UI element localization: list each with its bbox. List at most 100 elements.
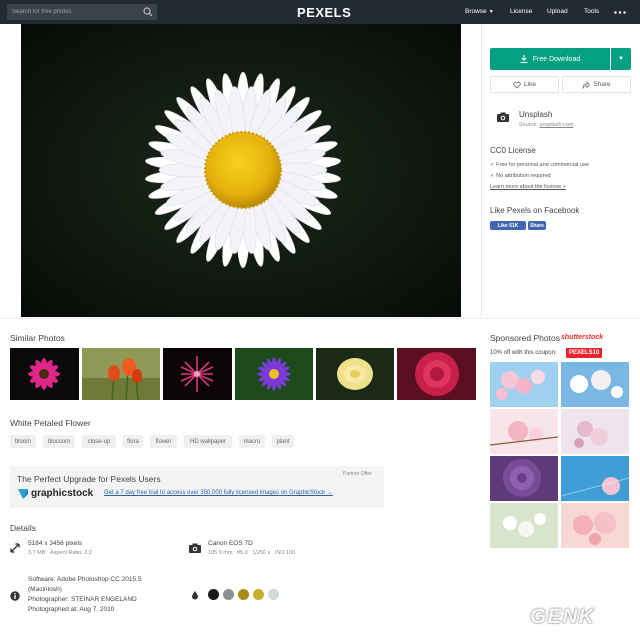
facebook-like-button[interactable]: Like 61K: [490, 221, 526, 230]
caret-down-icon: ▼: [618, 56, 624, 62]
share-button[interactable]: Share: [562, 76, 631, 93]
software-line-1: Software: Adobe Photoshop CC 2015.5: [28, 576, 142, 583]
software-line-2: (Macintosh): [28, 586, 62, 593]
purple-aster-image: [235, 348, 313, 400]
source-name[interactable]: Unsplash: [519, 110, 552, 119]
nav-browse[interactable]: Browse ▼: [465, 8, 494, 15]
camera-icon: [189, 543, 201, 553]
heart-icon: [513, 81, 521, 89]
tag-chip[interactable]: plant: [272, 435, 294, 448]
similar-photo-thumb[interactable]: [397, 348, 476, 400]
similar-photo-thumb[interactable]: [163, 348, 232, 400]
photo-filesize: 3.7 MB: [28, 550, 46, 556]
search-input[interactable]: [7, 4, 139, 20]
color-swatch[interactable]: [253, 589, 264, 600]
free-download-label: Free Download: [532, 55, 581, 63]
color-swatch[interactable]: [238, 589, 249, 600]
sponsored-photo[interactable]: [490, 362, 558, 407]
camera-icon: [497, 112, 509, 122]
sponsored-photo[interactable]: [561, 409, 629, 454]
facebook-share-button[interactable]: Share: [528, 221, 546, 230]
facebook-title: Like Pexels on Facebook: [490, 206, 580, 215]
sponsored-photo[interactable]: [490, 456, 558, 501]
section-divider: [0, 318, 640, 319]
partner-offer-box: Partner Offer The Perfect Upgrade for Pe…: [10, 466, 384, 508]
pink-flowers-image: [561, 503, 629, 548]
details-title: Details: [10, 523, 36, 533]
sponsored-photo[interactable]: [561, 456, 629, 501]
cherry-blossom-image: [490, 362, 558, 407]
sponsored-photo[interactable]: [490, 503, 558, 548]
tag-chip[interactable]: blossom: [43, 435, 75, 448]
coupon-text: 10% off with this coupon:: [490, 350, 557, 356]
sakura-image: [561, 409, 629, 454]
divider: [481, 24, 482, 317]
nav-upload[interactable]: Upload: [547, 8, 568, 15]
tag-chip[interactable]: HD wallpaper: [184, 435, 232, 448]
source-line: Source: unsplash.com: [519, 122, 573, 128]
partner-headline: The Perfect Upgrade for Pexels Users: [17, 474, 161, 484]
download-options-button[interactable]: ▼: [611, 48, 631, 70]
shutterstock-logo[interactable]: shutterstock: [561, 334, 603, 341]
color-swatch[interactable]: [223, 589, 234, 600]
sponsored-title: Sponsored Photos: [490, 333, 560, 343]
license-personal: ✓ Free for personal and commercial use: [490, 162, 589, 168]
sponsored-photo[interactable]: [561, 503, 629, 548]
license-learn-more-link[interactable]: Learn more about the license »: [490, 184, 566, 190]
search-icon[interactable]: [143, 7, 153, 17]
daisy-photo-image: [21, 24, 461, 317]
blue-sky-flower-image: [561, 456, 629, 501]
tulips-image: [82, 348, 160, 400]
purple-rose-image: [490, 456, 558, 501]
more-options-icon[interactable]: [614, 11, 626, 14]
like-button[interactable]: Like: [490, 76, 559, 93]
share-icon: [582, 80, 591, 89]
free-download-button[interactable]: Free Download: [490, 48, 610, 70]
similar-photo-thumb[interactable]: [82, 348, 160, 400]
iso: ISO 100: [275, 550, 296, 556]
nav-license[interactable]: License: [510, 8, 532, 15]
expand-arrows-icon: [10, 543, 20, 553]
nav-browse-label: Browse: [465, 8, 487, 15]
sponsored-photo[interactable]: [490, 409, 558, 454]
source-link[interactable]: unsplash.com: [540, 122, 574, 128]
photo-dimensions: 5184 x 3456 pixels: [28, 540, 83, 547]
like-label: Like: [524, 81, 536, 88]
license-attribution: ✓ No attribution required: [490, 173, 551, 179]
share-label: Share: [593, 81, 611, 88]
color-drop-icon: [192, 591, 198, 600]
graphicstock-logo-icon: [18, 489, 28, 499]
photo-aspect: Aspect Ratio: 3:2: [50, 550, 92, 556]
search-box: [7, 4, 157, 20]
license-title: CC0 License: [490, 146, 536, 155]
tag-chip[interactable]: bloom: [10, 435, 36, 448]
sponsored-photo[interactable]: [561, 362, 629, 407]
yellow-carnation-image: [316, 348, 394, 400]
caret-down-icon: ▼: [488, 9, 494, 15]
camera-model: Canon EOS 7D: [208, 540, 253, 547]
graphicstock-brand[interactable]: graphicstock: [31, 488, 93, 499]
coupon-code[interactable]: PEXELS10: [566, 348, 603, 358]
source-prefix: Source:: [519, 122, 538, 128]
tag-chip[interactable]: close-up: [82, 435, 116, 448]
tag-chip[interactable]: flora: [123, 435, 143, 448]
tag-chip[interactable]: macro: [239, 435, 265, 448]
top-navigation-bar: PEXELS Browse▼ License Upload Tools: [0, 0, 640, 24]
pink-blossom-image: [490, 409, 558, 454]
pink-peony-image: [397, 348, 476, 400]
similar-photo-thumb[interactable]: [10, 348, 79, 400]
pexels-logo[interactable]: PEXELS: [297, 5, 351, 20]
nav-tools[interactable]: Tools: [584, 8, 599, 15]
color-swatch[interactable]: [208, 589, 219, 600]
similar-photo-thumb[interactable]: [235, 348, 313, 400]
download-icon: [520, 55, 528, 63]
pink-gerbera-image: [10, 348, 79, 400]
color-swatch[interactable]: [268, 589, 279, 600]
photo-size-line: 3.7 MB Aspect Ratio: 3:2: [28, 550, 92, 556]
partner-label: Partner Offer: [343, 471, 372, 477]
tag-chip[interactable]: flower: [150, 435, 177, 448]
main-photo[interactable]: [21, 24, 461, 317]
similar-photo-thumb[interactable]: [316, 348, 394, 400]
spider-flower-image: [163, 348, 232, 400]
graphicstock-trial-link[interactable]: Get a 7 day free trial to access over 35…: [104, 490, 333, 496]
